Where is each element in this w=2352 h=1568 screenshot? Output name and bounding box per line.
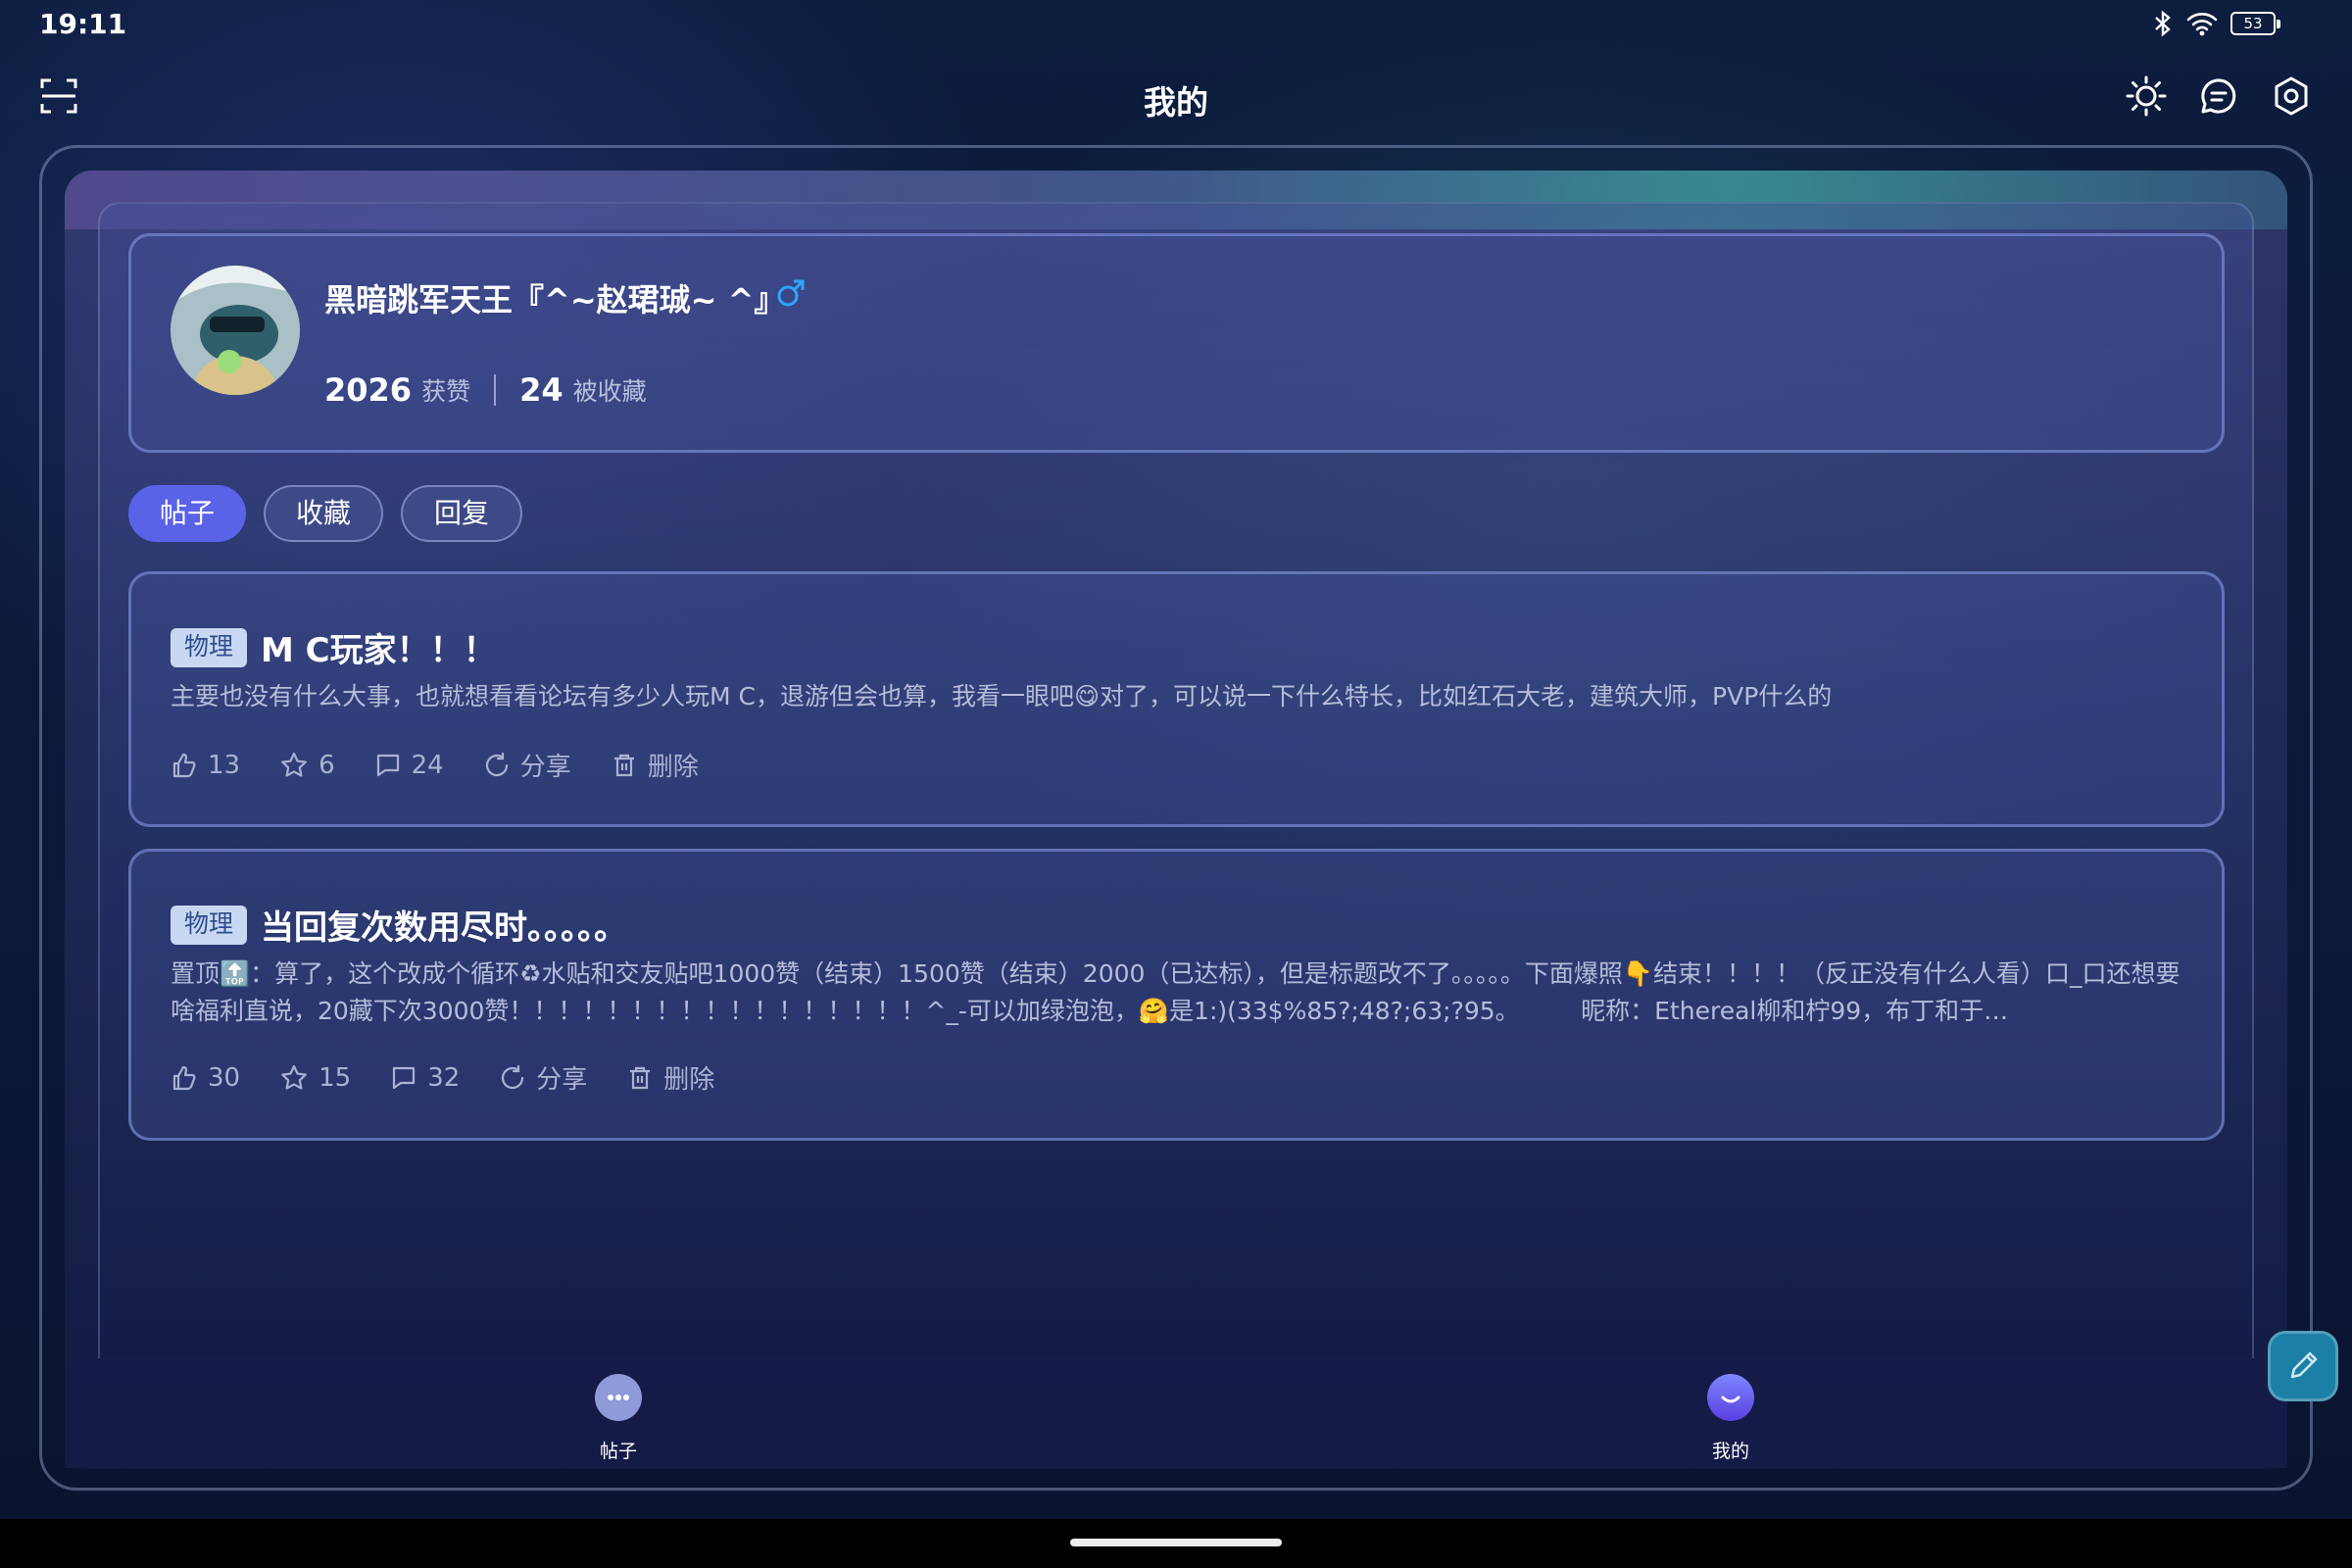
delete-button[interactable]: 删除 bbox=[626, 1059, 714, 1096]
share-label: 分享 bbox=[536, 1065, 588, 1095]
comment-icon bbox=[393, 1066, 416, 1089]
favorites-count: 24 bbox=[519, 371, 564, 409]
home-indicator[interactable] bbox=[1070, 1539, 1282, 1546]
comment-count: 32 bbox=[427, 1062, 461, 1093]
like-button[interactable]: 30 bbox=[171, 1063, 240, 1093]
top-bar: 我的 bbox=[0, 59, 2352, 137]
status-bar: 19:11 53 bbox=[0, 0, 2352, 49]
chat-icon bbox=[2201, 78, 2236, 114]
star-icon bbox=[281, 1064, 307, 1090]
share-button[interactable]: 分享 bbox=[483, 747, 571, 783]
category-badge: 物理 bbox=[171, 627, 248, 667]
delete-button[interactable]: 删除 bbox=[611, 747, 699, 783]
tab-replies[interactable]: 回复 bbox=[401, 485, 522, 542]
tab-posts[interactable]: 帖子 bbox=[128, 485, 246, 542]
post-body: 主要也没有什么大事，也就想看看论坛有多少人玩M C，退游但会也算，我看一眼吧😋对… bbox=[171, 682, 1833, 710]
favorite-button[interactable]: 6 bbox=[279, 751, 335, 780]
like-count: 30 bbox=[208, 1062, 241, 1093]
sun-icon bbox=[2126, 75, 2167, 117]
nav-posts[interactable]: 帖子 bbox=[560, 1374, 677, 1463]
post-body: 置顶🔝：算了，这个改成个循环♻水贴和交友贴吧1000赞（结束）1500赞（结束）… bbox=[171, 959, 2180, 1025]
favorite-count: 6 bbox=[318, 750, 335, 780]
post-title: 当回复次数用尽时。。。。。 bbox=[261, 908, 628, 948]
post-title: M C玩家！！！ bbox=[261, 631, 497, 670]
username: 黑暗跳军天王『^~赵珺珹~ ^』 bbox=[324, 281, 786, 318]
thumbs-up-icon bbox=[172, 753, 196, 777]
trash-icon bbox=[613, 754, 634, 776]
favorites-label: 被收藏 bbox=[572, 377, 647, 406]
post-card[interactable]: 物理 M C玩家！！！ 主要也没有什么大事，也就想看看论坛有多少人玩M C，退游… bbox=[128, 571, 2225, 827]
star-icon bbox=[281, 752, 307, 777]
chat-bubble-icon bbox=[595, 1374, 642, 1421]
share-icon bbox=[502, 1064, 524, 1089]
avatar[interactable] bbox=[171, 266, 300, 395]
likes-label: 获赞 bbox=[421, 377, 471, 406]
likes-count: 2026 bbox=[324, 371, 413, 409]
system-icons: 53 bbox=[2152, 10, 2280, 37]
thumbs-up-icon bbox=[172, 1065, 196, 1090]
male-icon bbox=[777, 279, 805, 307]
messages-button[interactable] bbox=[2197, 74, 2240, 118]
wifi-icon bbox=[2186, 13, 2218, 36]
delete-label: 删除 bbox=[647, 753, 699, 782]
comment-icon bbox=[376, 754, 399, 776]
share-icon bbox=[485, 752, 508, 776]
share-label: 分享 bbox=[519, 753, 571, 782]
trash-icon bbox=[630, 1066, 651, 1089]
comment-button[interactable]: 24 bbox=[374, 751, 444, 780]
share-button[interactable]: 分享 bbox=[499, 1059, 587, 1096]
compose-button[interactable] bbox=[2268, 1331, 2338, 1401]
settings-button[interactable] bbox=[2270, 74, 2313, 118]
favorite-count: 15 bbox=[318, 1062, 352, 1093]
like-count: 13 bbox=[208, 750, 241, 780]
comment-count: 24 bbox=[411, 750, 444, 780]
tab-bar: 帖子 收藏 回复 bbox=[128, 485, 522, 542]
gear-icon bbox=[2275, 76, 2308, 116]
pencil-icon bbox=[2290, 1351, 2318, 1379]
nav-posts-label: 帖子 bbox=[599, 1441, 637, 1462]
divider bbox=[494, 374, 497, 406]
profile-icon bbox=[1707, 1374, 1754, 1421]
battery-icon: 53 bbox=[2230, 12, 2280, 35]
system-nav-bar bbox=[0, 1519, 2352, 1568]
favorite-button[interactable]: 15 bbox=[279, 1063, 351, 1093]
bottom-nav: 帖子 我的 bbox=[65, 1360, 2287, 1468]
page-title: 我的 bbox=[1144, 83, 1208, 122]
profile-card: 黑暗跳军天王『^~赵珺珹~ ^』 2026 获赞 24 被收藏 bbox=[128, 233, 2225, 453]
profile-stats: 2026 获赞 24 被收藏 bbox=[324, 371, 647, 409]
nav-mine[interactable]: 我的 bbox=[1672, 1374, 1789, 1463]
tab-favorites[interactable]: 收藏 bbox=[264, 485, 383, 542]
post-card[interactable]: 物理 当回复次数用尽时。。。。。 置顶🔝：算了，这个改成个循环♻水贴和交友贴吧1… bbox=[128, 849, 2225, 1141]
delete-label: 删除 bbox=[663, 1065, 715, 1095]
bluetooth-icon bbox=[2155, 10, 2171, 37]
comment-button[interactable]: 32 bbox=[390, 1063, 460, 1093]
category-badge: 物理 bbox=[171, 905, 248, 945]
nav-mine-label: 我的 bbox=[1711, 1441, 1749, 1462]
status-time: 19:11 bbox=[39, 8, 127, 40]
theme-toggle-button[interactable] bbox=[2125, 74, 2168, 118]
like-button[interactable]: 13 bbox=[171, 751, 240, 780]
